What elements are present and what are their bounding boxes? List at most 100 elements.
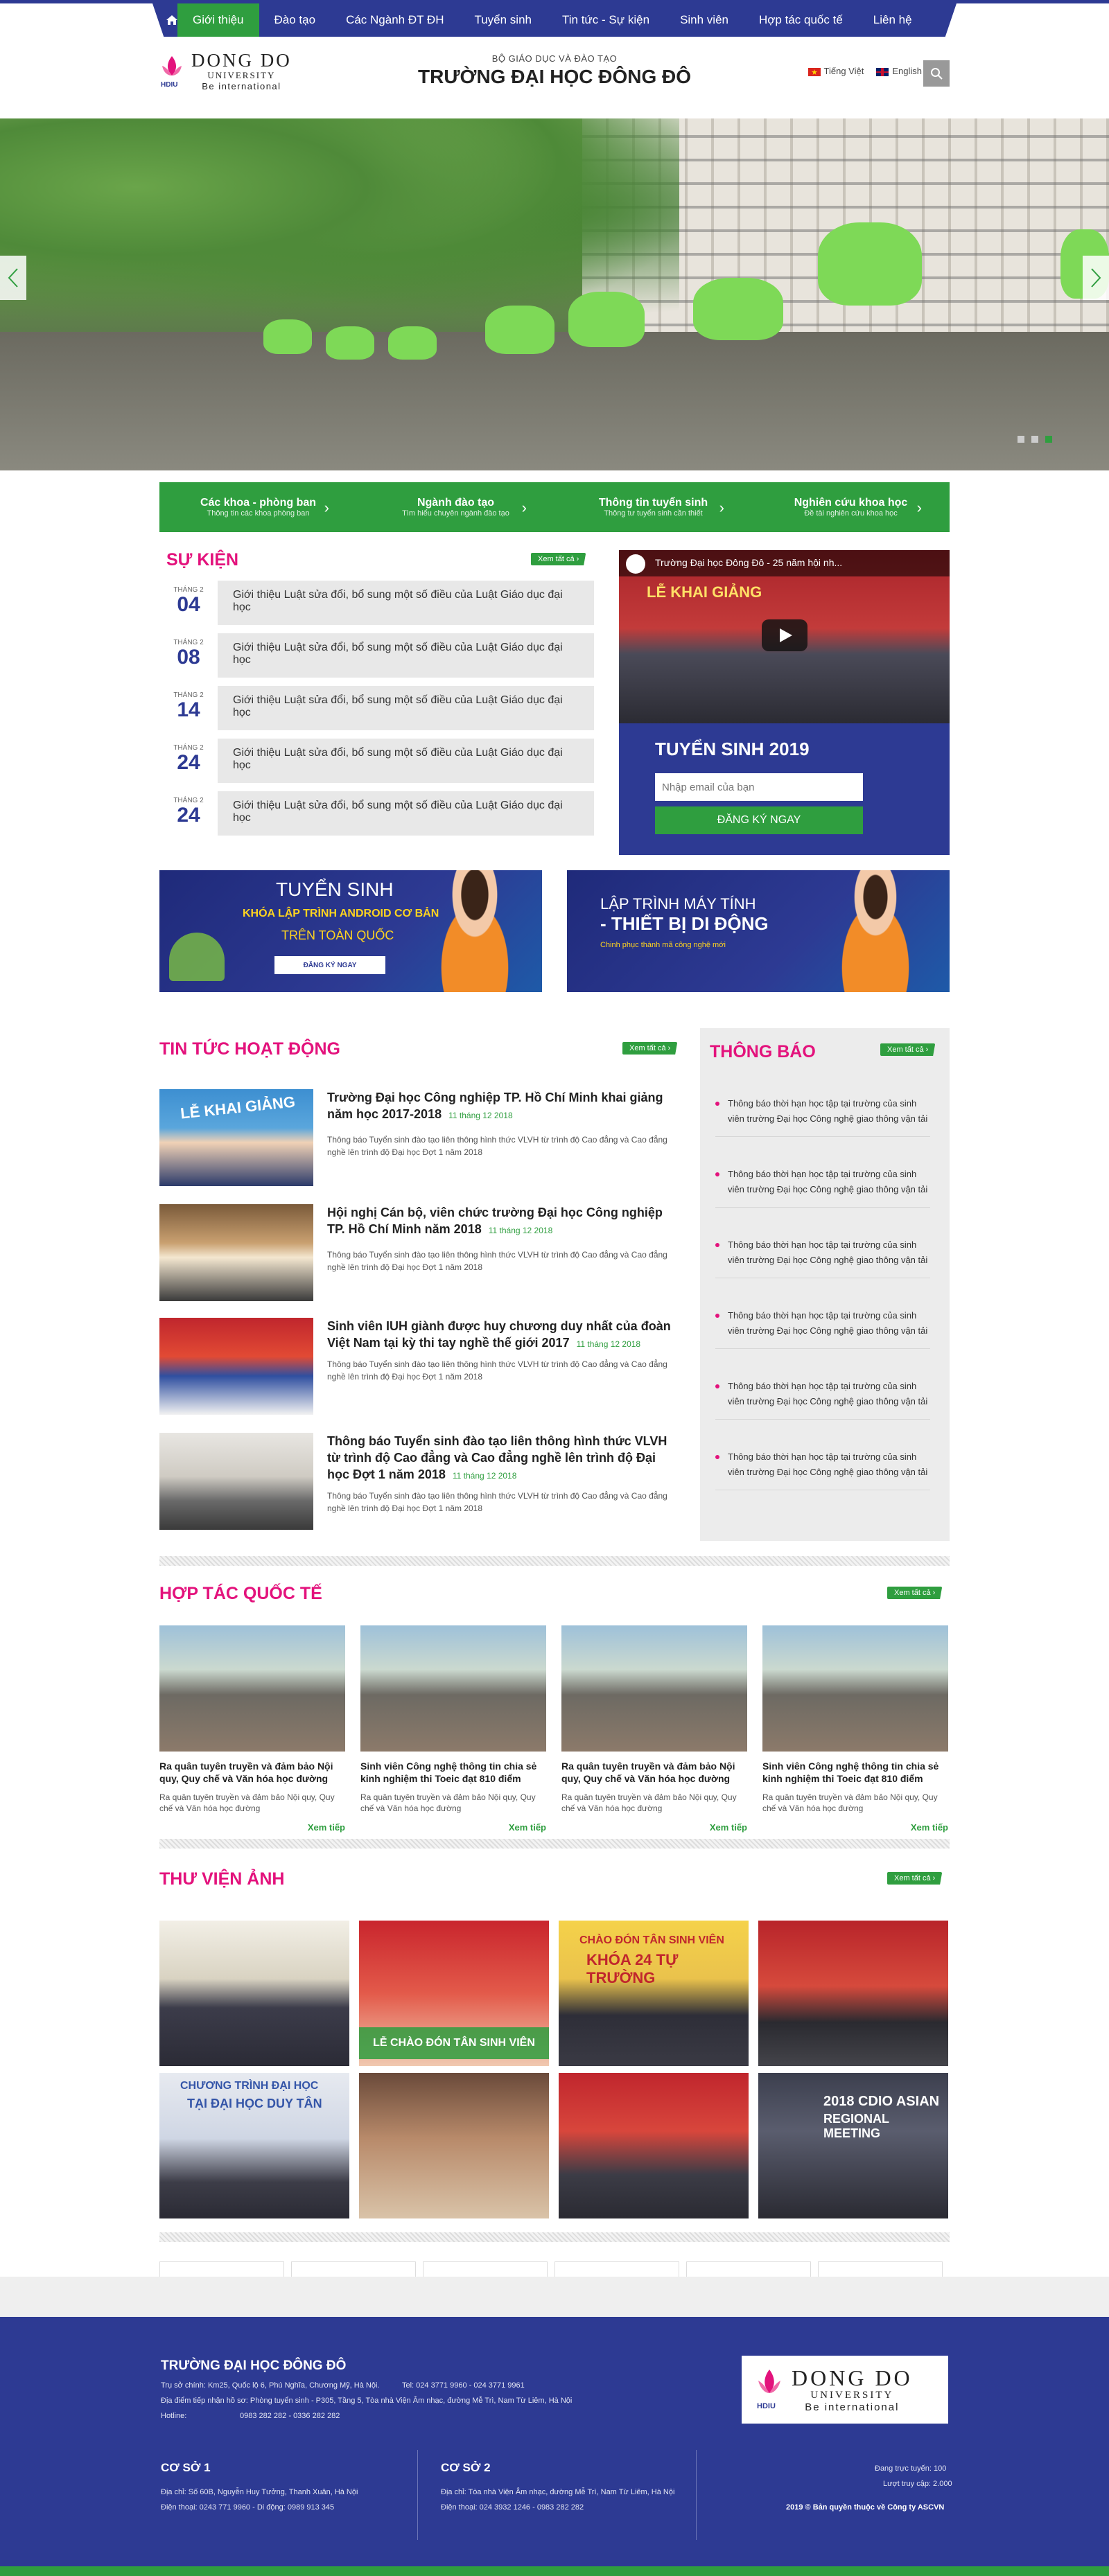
banner1-heading: TUYỂN SINH [276, 879, 394, 900]
quick-link[interactable]: Ngành đào tạo Tìm hiểu chuyên ngành đào t… [357, 482, 554, 532]
banner1-register-button[interactable]: ĐĂNG KÝ NGAY [274, 956, 385, 974]
nav-item[interactable]: Tuyển sinh [459, 3, 547, 37]
event-item[interactable]: THÁNG 2 04 Giới thiệu Luật sửa đổi, bổ sun… [159, 581, 594, 625]
gallery-photo[interactable]: 2018 CDIO ASIAN REGIONAL MEETING [758, 2073, 948, 2218]
coop-card-title[interactable]: Ra quân tuyên truyền và đảm bảo Nội quy,… [159, 1760, 345, 1785]
email-field[interactable] [655, 773, 863, 801]
coop-card[interactable]: Sinh viên Công nghệ thông tin chia sẻ ki… [762, 1625, 948, 1833]
quick-link-title: Các khoa - phòng ban [200, 497, 317, 509]
coop-photo[interactable] [561, 1625, 747, 1752]
nav-item[interactable]: Hợp tác quốc tế [744, 3, 858, 37]
gallery-photo[interactable]: CHƯƠNG TRÌNH ĐẠI HỌC TẠI ĐẠI HỌC DUY TÂN [159, 2073, 349, 2218]
signup-panel: Trường Đại học Đông Đô - 25 năm hội nh..… [619, 550, 950, 855]
footer-title: TRƯỜNG ĐẠI HỌC ĐÔNG ĐÔ [161, 2358, 347, 2373]
coop-card[interactable]: Ra quân tuyên truyền và đảm bảo Nội quy,… [561, 1625, 747, 1833]
coop-card[interactable]: Ra quân tuyên truyền và đảm bảo Nội quy,… [159, 1625, 345, 1833]
notice-item[interactable]: Thông báo thời hạn học tập tại trường củ… [715, 1167, 930, 1208]
event-item[interactable]: THÁNG 2 24 Giới thiệu Luật sửa đổi, bổ sun… [159, 739, 594, 783]
gallery-photo[interactable]: CHÀO ĐÓN TÂN SINH VIÊN KHÓA 24 TỰ TRƯỜNG [559, 1921, 749, 2066]
coop-card-title[interactable]: Sinh viên Công nghệ thông tin chia sẻ ki… [762, 1760, 948, 1785]
lang-vi[interactable]: Tiếng Việt [807, 66, 864, 76]
nav-item[interactable]: Các Ngành ĐT ĐH [331, 3, 459, 37]
notice-item[interactable]: Thông báo thời hạn học tập tại trường củ… [715, 1449, 930, 1490]
event-item[interactable]: THÁNG 2 24 Giới thiệu Luật sửa đổi, bổ sun… [159, 791, 594, 836]
event-item[interactable]: THÁNG 2 14 Giới thiệu Luật sửa đổi, bổ sun… [159, 686, 594, 730]
notice-item[interactable]: Thông báo thời hạn học tập tại trường củ… [715, 1379, 930, 1420]
gallery-photo[interactable] [758, 1921, 948, 2066]
quick-link-text: Nghiên cứu khoa học Đề tài nghiên cứu kho… [794, 497, 908, 518]
news-item[interactable]: Hội nghị Cán bộ, viên chức trường Đại họ… [159, 1204, 686, 1301]
play-icon[interactable] [762, 619, 807, 651]
online-count: Đang trực tuyến: 100 [875, 2464, 947, 2473]
news-headline[interactable]: Trường Đại học Công nghiệp TP. Hồ Chí Mi… [327, 1089, 681, 1124]
nav-item[interactable]: Tin tức - Sự kiện [547, 3, 665, 37]
read-more-link[interactable]: Xem tiếp [360, 1822, 546, 1833]
footer-logo[interactable]: HDIU DONG DO UNIVERSITY Be international [742, 2356, 948, 2424]
mobile-programming-banner[interactable]: LẬP TRÌNH MÁY TÍNH - THIẾT BỊ DI ĐỘNG Ch… [567, 870, 950, 992]
register-button[interactable]: ĐĂNG KÝ NGAY [655, 806, 863, 834]
slider-dot[interactable] [1031, 436, 1038, 443]
news-thumbnail[interactable]: LỄ KHAI GIẢNG [159, 1089, 313, 1186]
banner2-model-photo [823, 870, 927, 992]
notice-item[interactable]: Thông báo thời hạn học tập tại trường củ… [715, 1096, 930, 1137]
events-see-all-link[interactable]: Xem tất cả › [531, 553, 586, 565]
slider-dot[interactable] [1018, 436, 1024, 443]
quick-link[interactable]: Các khoa - phòng ban Thông tin các khoa p… [159, 482, 357, 532]
search-button[interactable] [923, 60, 950, 87]
coop-photo[interactable] [360, 1625, 546, 1752]
banner1-subheading: KHÓA LẬP TRÌNH ANDROID CƠ BẢN [243, 908, 439, 919]
event-date: THÁNG 2 14 [159, 686, 218, 721]
coop-card-title[interactable]: Ra quân tuyên truyền và đảm bảo Nội quy,… [561, 1760, 747, 1785]
video-thumbnail[interactable]: Trường Đại học Đông Đô - 25 năm hội nh..… [619, 550, 950, 723]
notice-see-all-link[interactable]: Xem tất cả › [880, 1043, 936, 1056]
campus2-title: CƠ SỞ 2 [441, 2461, 491, 2474]
news-headline[interactable]: Hội nghị Cán bộ, viên chức trường Đại họ… [327, 1204, 681, 1239]
slider-prev-button[interactable] [0, 256, 26, 300]
gallery-photo[interactable] [159, 1921, 349, 2066]
news-headline[interactable]: Sinh viên IUH giành được huy chương duy … [327, 1318, 681, 1352]
svg-text:HDIU: HDIU [757, 2402, 776, 2410]
footer-hotline[interactable]: 0983 282 282 - 0336 282 282 [240, 2408, 340, 2424]
events-section: SỰ KIỆN Xem tất cả › THÁNG 2 04 Giới thiệu… [159, 550, 950, 855]
news-item[interactable]: LỄ KHAI GIẢNG Trường Đại học Công nghiệp … [159, 1089, 686, 1186]
read-more-link[interactable]: Xem tiếp [159, 1822, 345, 1833]
nav-item[interactable]: Giới thiệu [177, 3, 259, 37]
gallery-title: THƯ VIỆN ẢNH [159, 1869, 285, 1889]
coop-title: HỢP TÁC QUỐC TẾ [159, 1584, 322, 1603]
nav-item[interactable]: Sinh viên [665, 3, 744, 37]
news-item[interactable]: Sinh viên IUH giành được huy chương duy … [159, 1318, 686, 1415]
android-course-banner[interactable]: TUYỂN SINH KHÓA LẬP TRÌNH ANDROID CƠ BẢN… [159, 870, 542, 992]
read-more-link[interactable]: Xem tiếp [762, 1822, 948, 1833]
notice-item[interactable]: Thông báo thời hạn học tập tại trường củ… [715, 1308, 930, 1349]
news-thumbnail[interactable] [159, 1433, 313, 1530]
home-icon[interactable] [159, 3, 184, 37]
nav-item[interactable]: Liên hệ [858, 3, 927, 37]
see-all-label: Xem tất cả [894, 1874, 931, 1882]
gallery-photo[interactable] [559, 2073, 749, 2218]
read-more-link[interactable]: Xem tiếp [561, 1822, 747, 1833]
news-see-all-link[interactable]: Xem tất cả › [622, 1042, 678, 1055]
notice-item[interactable]: Thông báo thời hạn học tập tại trường củ… [715, 1237, 930, 1278]
gallery-see-all-link[interactable]: Xem tất cả › [887, 1872, 943, 1885]
coop-see-all-link[interactable]: Xem tất cả › [887, 1587, 943, 1599]
lang-en[interactable]: English [876, 66, 922, 76]
coop-photo[interactable] [762, 1625, 948, 1752]
news-thumbnail[interactable] [159, 1204, 313, 1301]
event-item[interactable]: THÁNG 2 08 Giới thiệu Luật sửa đổi, bổ sun… [159, 633, 594, 678]
gallery-photo[interactable]: LỄ CHÀO ĐÓN TÂN SINH VIÊN [359, 1921, 549, 2066]
news-headline[interactable]: Thông báo Tuyển sinh đào tạo liên thông … [327, 1433, 681, 1484]
news-item[interactable]: Thông báo Tuyển sinh đào tạo liên thông … [159, 1433, 686, 1530]
quick-link[interactable]: Thông tin tuyển sinh Thông tư tuyển sinh … [554, 482, 752, 532]
quick-link-title: Ngành đào tạo [417, 497, 495, 509]
nav-item[interactable]: Đào tạo [259, 3, 331, 37]
slider-dot[interactable] [1045, 436, 1052, 443]
quick-link-text: Ngành đào tạo Tìm hiểu chuyên ngành đào t… [402, 497, 509, 518]
section-divider [159, 1839, 950, 1849]
news-thumbnail[interactable] [159, 1318, 313, 1415]
slider-next-button[interactable] [1083, 256, 1109, 300]
coop-card[interactable]: Sinh viên Công nghệ thông tin chia sẻ ki… [360, 1625, 546, 1833]
gallery-photo[interactable] [359, 2073, 549, 2218]
quick-link[interactable]: Nghiên cứu khoa học Đề tài nghiên cứu kho… [752, 482, 950, 532]
coop-card-title[interactable]: Sinh viên Công nghệ thông tin chia sẻ ki… [360, 1760, 546, 1785]
coop-photo[interactable] [159, 1625, 345, 1752]
